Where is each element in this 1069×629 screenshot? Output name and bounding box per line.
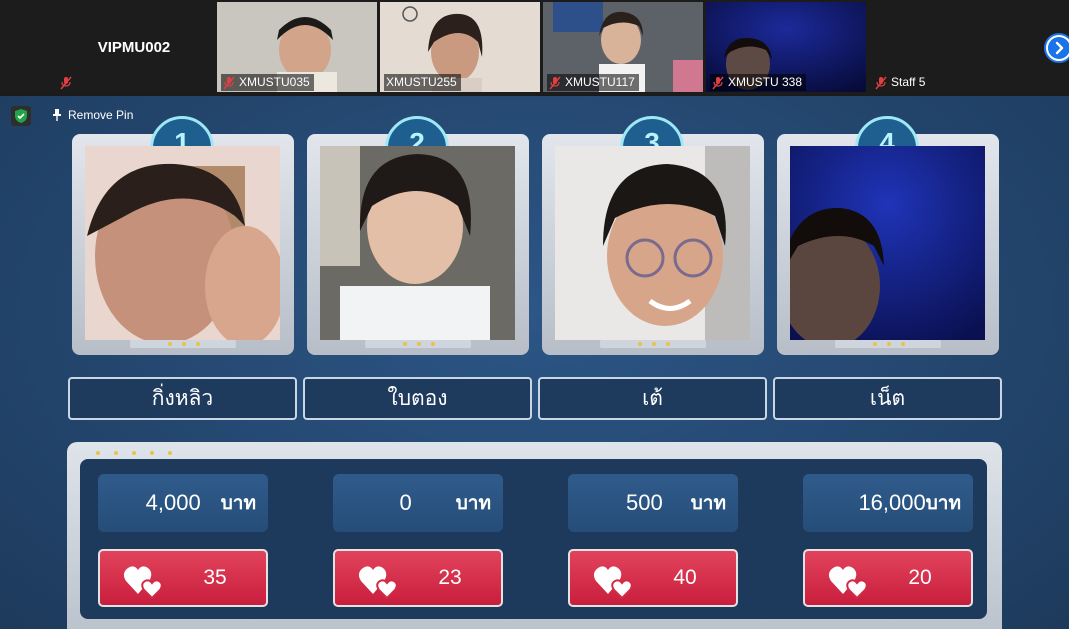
participant-name-tag: XMUSTU117 [547, 74, 639, 91]
muted-mic-icon [875, 76, 887, 89]
hearts-icon [828, 566, 868, 600]
money-amount: 500 [626, 490, 663, 515]
player-name: เต้ [538, 377, 767, 420]
chevron-right-icon [1048, 37, 1069, 59]
hearts-button[interactable]: 40 [568, 549, 738, 607]
muted-mic-icon [549, 76, 561, 89]
card-indicator [600, 340, 706, 348]
participant-name: Staff 5 [891, 75, 926, 89]
hearts-icon [358, 566, 398, 600]
participant-tile[interactable]: XMUSTU035 [217, 2, 377, 92]
card-indicator [365, 340, 471, 348]
participant-tile[interactable]: XMUSTU117 [543, 2, 703, 92]
participant-name-tag: XMUSTU255 [384, 74, 461, 91]
participant-name: XMUSTU117 [565, 75, 635, 89]
player-camera [85, 146, 280, 340]
shared-screen: Remove Pin 1 2 3 4 กิ่งหลิว ใบตอง เต้ เน… [0, 96, 1069, 629]
player-camera [320, 146, 515, 340]
hearts-count: 40 [673, 566, 697, 589]
money-box: 500 บาท [568, 474, 738, 532]
money-box: 4,000 บาท [98, 474, 268, 532]
player-card: 1 [72, 116, 294, 355]
participant-name: XMUSTU255 [386, 75, 457, 89]
next-page-button[interactable] [1044, 33, 1069, 63]
player-name: ใบตอง [303, 377, 532, 420]
player-camera [790, 146, 985, 340]
money-unit: บาท [455, 492, 491, 514]
muted-mic-icon [712, 76, 724, 89]
participant-name-tag: XMUSTU035 [221, 74, 314, 91]
decor-dot [96, 451, 100, 455]
player-name: กิ่งหลิว [68, 377, 297, 420]
remove-pin-label: Remove Pin [68, 108, 134, 122]
money-box: 16,000 บาท [803, 474, 973, 532]
card-indicator [130, 340, 236, 348]
decor-dot [114, 451, 118, 455]
decor-dot [150, 451, 154, 455]
participant-tile[interactable]: VIPMU002 [54, 2, 214, 92]
muted-mic-icon [60, 76, 72, 89]
decor-dot [132, 451, 136, 455]
hearts-button[interactable]: 20 [803, 549, 973, 607]
participant-status [58, 74, 76, 91]
money-amount: 16,000 [858, 490, 926, 515]
hearts-count: 35 [203, 566, 227, 589]
money-amount: 0 [399, 490, 412, 515]
hearts-count: 20 [908, 566, 932, 589]
player-card: 4 [777, 116, 999, 355]
pin-icon [53, 109, 61, 121]
participant-name-tag: XMUSTU 338 [710, 74, 807, 91]
participant-name-tag: Staff 5 [873, 74, 929, 91]
money-box: 0 บาท [333, 474, 503, 532]
hearts-button[interactable]: 35 [98, 549, 268, 607]
hearts-icon [123, 566, 163, 600]
participant-name: XMUSTU035 [239, 75, 310, 89]
remove-pin-button[interactable]: Remove Pin [52, 108, 133, 122]
muted-mic-icon [223, 76, 235, 89]
money-unit: บาท [690, 492, 726, 514]
participant-strip: VIPMU002 XMUSTU035 XMUSTU255 XMUSTU117 X… [0, 0, 1069, 95]
card-indicator [835, 340, 941, 348]
participant-tile[interactable]: XMUSTU255 [380, 2, 540, 92]
money-amount: 4,000 [145, 490, 201, 515]
player-camera [555, 146, 750, 340]
shield-icon[interactable] [11, 106, 31, 126]
player-name: เน็ต [773, 377, 1002, 420]
participant-tile[interactable]: Staff 5 [869, 2, 1029, 92]
hearts-count: 23 [438, 566, 462, 589]
participant-tile[interactable]: XMUSTU 338 [706, 2, 866, 92]
money-unit: บาท [925, 492, 961, 514]
participant-name: XMUSTU 338 [728, 75, 803, 89]
player-card: 2 [307, 116, 529, 355]
hearts-icon [593, 566, 633, 600]
hearts-button[interactable]: 23 [333, 549, 503, 607]
player-card: 3 [542, 116, 764, 355]
money-unit: บาท [220, 492, 256, 514]
decor-dot [168, 451, 172, 455]
participant-display-name: VIPMU002 [97, 38, 171, 56]
